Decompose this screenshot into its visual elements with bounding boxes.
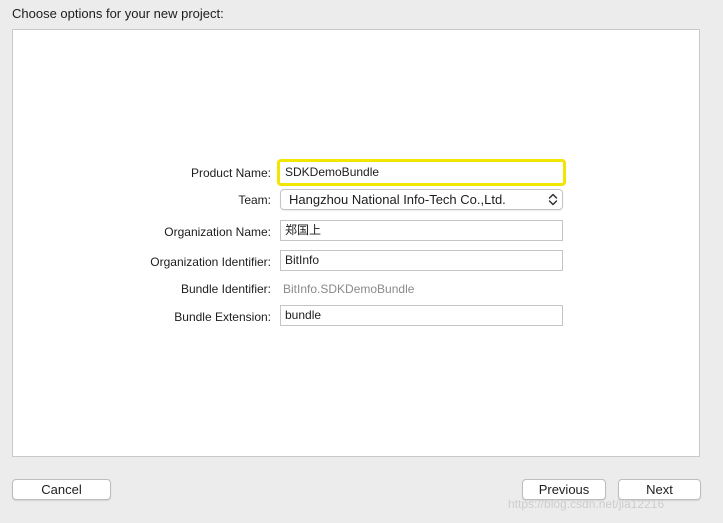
chevron-up-down-icon — [547, 192, 559, 207]
cancel-button[interactable]: Cancel — [12, 479, 111, 500]
organization-name-field[interactable]: 郑国上 — [280, 220, 563, 241]
options-panel — [12, 29, 700, 457]
organization-identifier-label: Organization Identifier: — [150, 255, 271, 269]
product-name-label: Product Name: — [190, 166, 271, 180]
dialog-title: Choose options for your new project: — [12, 6, 224, 21]
team-select[interactable]: Hangzhou National Info-Tech Co.,Ltd. — [280, 189, 563, 210]
bundle-extension-field[interactable]: bundle — [280, 305, 563, 326]
product-name-field[interactable]: SDKDemoBundle — [277, 159, 566, 186]
organization-name-label: Organization Name: — [164, 225, 271, 239]
team-select-value: Hangzhou National Info-Tech Co.,Ltd. — [289, 192, 506, 207]
bundle-extension-label: Bundle Extension: — [174, 310, 271, 324]
watermark-text: https://blog.csdn.net/jia12216 — [508, 497, 665, 511]
bundle-identifier-value: BitInfo.SDKDemoBundle — [283, 282, 415, 296]
team-label: Team: — [238, 193, 271, 207]
bundle-identifier-label: Bundle Identifier: — [180, 282, 271, 296]
organization-identifier-field[interactable]: BitInfo — [280, 250, 563, 271]
